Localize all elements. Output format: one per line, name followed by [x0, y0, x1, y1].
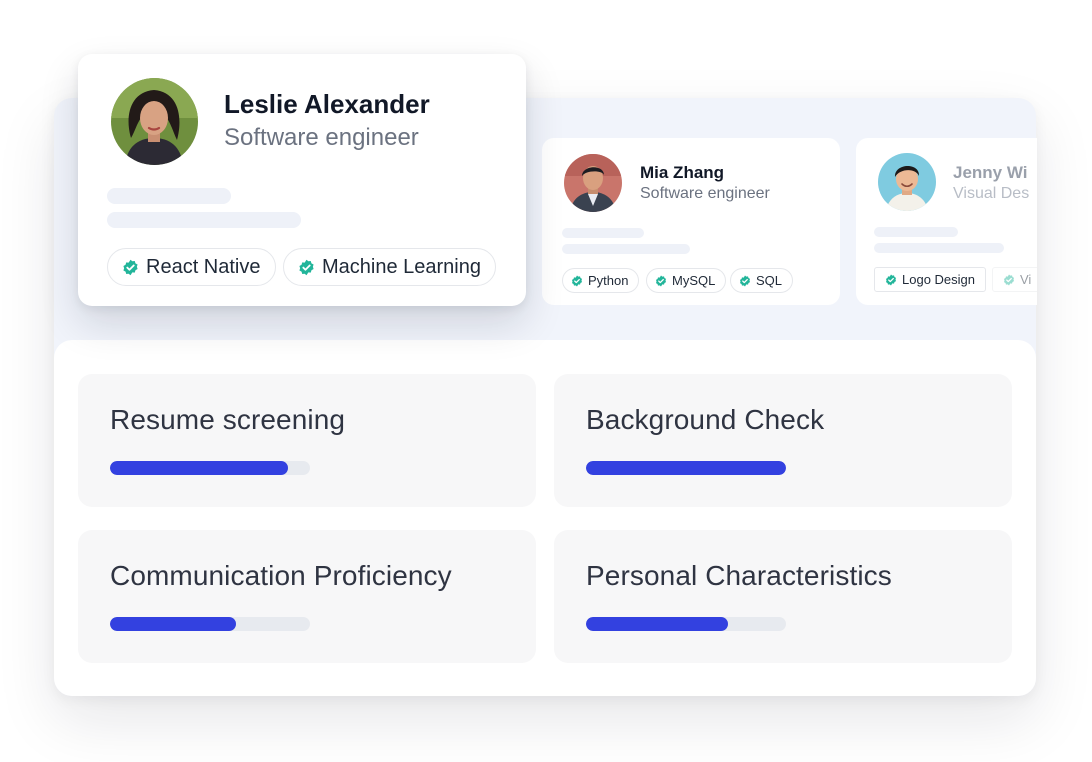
candidate-name: Jenny Wi [953, 163, 1028, 182]
skill-label: Machine Learning [322, 255, 481, 278]
progress-bar [586, 461, 786, 475]
verified-badge-icon [123, 259, 138, 275]
metric-card-background-check[interactable]: Background Check [554, 374, 1012, 507]
metric-label: Background Check [586, 404, 825, 435]
metric-card-communication-proficiency[interactable]: Communication Proficiency [78, 530, 536, 663]
placeholder-line [107, 188, 231, 204]
progress-bar [110, 617, 310, 631]
placeholder-line [874, 227, 958, 237]
verified-badge-icon [1004, 274, 1014, 285]
avatar-photo-icon [878, 153, 936, 211]
candidate-role: Software engineer [640, 185, 770, 202]
candidate-role: Software engineer [224, 124, 419, 151]
metric-card-personal-characteristics[interactable]: Personal Characteristics [554, 530, 1012, 663]
candidate-role: Visual Des [953, 185, 1030, 202]
skill-label: Vi [1020, 272, 1032, 287]
verified-badge-icon [656, 275, 666, 286]
avatar [564, 154, 622, 212]
candidate-card-clip: Jenny Wi Visual Des Logo Design Vi [856, 138, 1037, 305]
metric-label: Communication Proficiency [110, 560, 452, 591]
progress-fill [110, 617, 236, 631]
skill-tag[interactable]: Machine Learning [283, 248, 496, 286]
skill-label: SQL [756, 273, 783, 288]
skill-label: React Native [146, 255, 261, 278]
progress-fill [586, 461, 786, 475]
candidate-card-mia-zhang[interactable]: Mia Zhang Software engineer Python MySQL… [542, 138, 840, 305]
progress-bar [586, 617, 786, 631]
skill-label: Logo Design [902, 272, 975, 287]
metric-card-resume-screening[interactable]: Resume screening [78, 374, 536, 507]
skill-tag[interactable]: Vi [992, 267, 1037, 292]
candidate-name: Mia Zhang [640, 163, 725, 182]
placeholder-line [874, 243, 1004, 253]
skill-tag[interactable]: Python [562, 268, 640, 293]
skill-label: MySQL [672, 273, 716, 288]
avatar-photo-icon [564, 154, 622, 212]
progress-bar [110, 461, 310, 475]
skill-label: Python [588, 273, 629, 288]
metric-label: Personal Characteristics [586, 560, 892, 591]
placeholder-line [562, 244, 690, 254]
metrics-section: Resume screening Background Check Commun… [54, 340, 1036, 696]
skill-tag[interactable]: SQL [730, 268, 794, 293]
verified-badge-icon [886, 274, 896, 285]
avatar [111, 78, 198, 165]
candidate-card-jenny[interactable]: Jenny Wi Visual Des Logo Design Vi [856, 138, 1037, 305]
progress-fill [110, 461, 288, 475]
verified-badge-icon [740, 275, 750, 286]
placeholder-line [107, 212, 301, 228]
placeholder-line [562, 228, 644, 238]
metric-label: Resume screening [110, 404, 346, 435]
featured-candidate-card[interactable]: Leslie Alexander Software engineer React… [78, 54, 526, 306]
skill-tag[interactable]: React Native [107, 248, 276, 286]
skill-tag[interactable]: MySQL [646, 268, 727, 293]
verified-badge-icon [299, 259, 314, 275]
avatar-photo-icon [111, 78, 198, 165]
progress-fill [586, 617, 728, 631]
candidate-name: Leslie Alexander [224, 89, 430, 119]
verified-badge-icon [572, 275, 582, 286]
avatar [878, 153, 936, 211]
skill-tag[interactable]: Logo Design [874, 267, 986, 292]
